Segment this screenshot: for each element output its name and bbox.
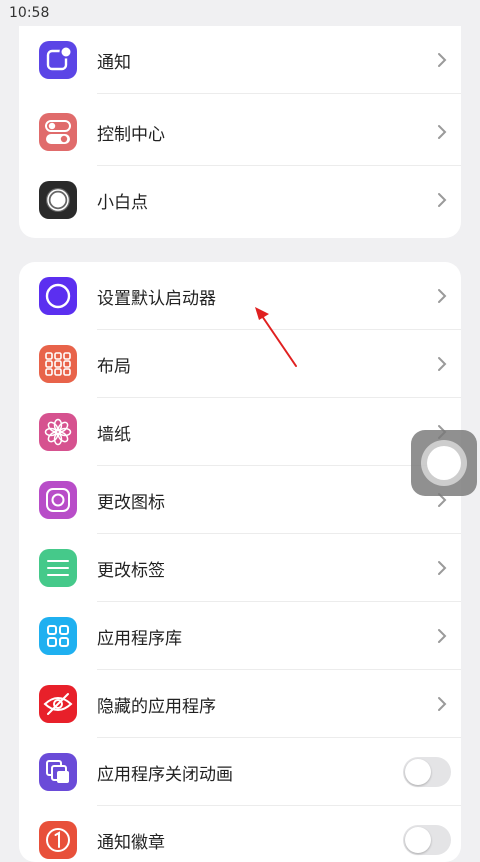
flower-icon bbox=[39, 413, 77, 451]
settings-row-hidden-apps[interactable]: 隐藏的应用程序 bbox=[19, 670, 461, 738]
chevron-right-icon bbox=[438, 561, 447, 575]
settings-row-wallpaper[interactable]: 墙纸 bbox=[19, 398, 461, 466]
row-label: 隐藏的应用程序 bbox=[97, 697, 216, 717]
settings-row-control-center[interactable]: 控制中心 bbox=[19, 98, 461, 166]
grid-layout-icon bbox=[39, 345, 77, 383]
settings-row-default-launcher[interactable]: 设置默认启动器 bbox=[19, 262, 461, 330]
row-label: 控制中心 bbox=[97, 125, 165, 145]
eye-hidden-icon bbox=[39, 685, 77, 723]
badge-one-icon bbox=[39, 821, 77, 859]
close-animation-icon bbox=[39, 753, 77, 791]
toggle-knob bbox=[405, 759, 431, 785]
row-label: 更改标签 bbox=[97, 561, 165, 581]
row-label: 应用程序关闭动画 bbox=[97, 765, 233, 785]
chevron-right-icon bbox=[438, 697, 447, 711]
settings-row-notification[interactable]: 通知 bbox=[19, 26, 461, 94]
row-label: 通知 bbox=[97, 53, 131, 73]
app-library-icon bbox=[39, 617, 77, 655]
settings-row-floating-dot[interactable]: 小白点 bbox=[19, 166, 461, 234]
lines-icon bbox=[39, 549, 77, 587]
floating-dot-icon bbox=[39, 181, 77, 219]
toggle-switch-icon bbox=[39, 113, 77, 151]
row-label: 更改图标 bbox=[97, 493, 165, 513]
change-icon-icon bbox=[39, 481, 77, 519]
settings-row-change-icon[interactable]: 更改图标 bbox=[19, 466, 461, 534]
settings-row-app-library[interactable]: 应用程序库 bbox=[19, 602, 461, 670]
settings-row-change-labels[interactable]: 更改标签 bbox=[19, 534, 461, 602]
row-label: 设置默认启动器 bbox=[97, 289, 216, 309]
chevron-right-icon bbox=[438, 289, 447, 303]
chevron-right-icon bbox=[438, 125, 447, 139]
settings-group-system: 通知 控制中心 小白点 bbox=[19, 26, 461, 238]
row-label: 应用程序库 bbox=[97, 629, 182, 649]
settings-group-launcher: 设置默认启动器 布局 墙纸 更改图标 更改标签 应用程序库 隐藏的应用程序 应用… bbox=[19, 262, 461, 862]
chevron-right-icon bbox=[438, 629, 447, 643]
settings-row-layout[interactable]: 布局 bbox=[19, 330, 461, 398]
floating-ball-dot-icon bbox=[427, 446, 461, 480]
chevron-right-icon bbox=[438, 357, 447, 371]
status-time: 10:58 bbox=[9, 5, 50, 21]
row-label: 墙纸 bbox=[97, 425, 131, 445]
status-bar: 10:58 bbox=[0, 0, 480, 26]
chevron-right-icon bbox=[438, 193, 447, 207]
chevron-right-icon bbox=[438, 53, 447, 67]
launcher-circle-icon bbox=[39, 277, 77, 315]
settings-row-notification-badge: 通知徽章 bbox=[19, 806, 461, 862]
row-label: 布局 bbox=[97, 357, 131, 377]
settings-row-close-animation: 应用程序关闭动画 bbox=[19, 738, 461, 806]
notification-icon bbox=[39, 41, 77, 79]
row-label: 小白点 bbox=[97, 193, 148, 213]
notification-badge-toggle[interactable] bbox=[403, 825, 451, 855]
close-animation-toggle[interactable] bbox=[403, 757, 451, 787]
toggle-knob bbox=[405, 827, 431, 853]
row-label: 通知徽章 bbox=[97, 833, 165, 853]
floating-assistive-ball[interactable] bbox=[411, 430, 477, 496]
